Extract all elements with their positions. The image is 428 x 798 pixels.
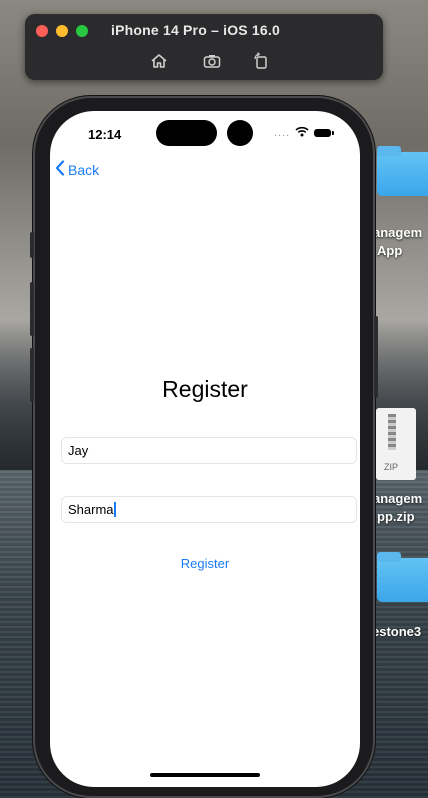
back-label: Back: [68, 161, 100, 178]
action-button: [30, 232, 34, 258]
status-time: 12:14: [88, 127, 122, 142]
screenshot-icon[interactable]: [202, 51, 222, 71]
front-camera: [227, 120, 253, 146]
simulator-title-bar: iPhone 14 Pro – iOS 16.0: [25, 14, 383, 80]
text-cursor: [113, 502, 116, 517]
register-button[interactable]: Register: [50, 556, 360, 571]
simulator-title: iPhone 14 Pro – iOS 16.0: [111, 22, 280, 38]
chevron-left-icon: [55, 160, 65, 179]
zoom-window-button[interactable]: [76, 25, 88, 37]
app-screen: 12:14 .... Back Register Jay Sharma Regi…: [50, 111, 360, 787]
last-name-value: Sharma: [68, 502, 114, 517]
dynamic-island: [156, 120, 217, 146]
rotate-icon[interactable]: [251, 51, 271, 71]
volume-up-button: [30, 282, 34, 336]
battery-icon: [314, 129, 335, 137]
zip-file-icon[interactable]: ZIP: [376, 408, 416, 480]
signal-dots: ....: [274, 127, 291, 139]
wifi-icon: [295, 124, 309, 142]
zipper-icon: [388, 414, 396, 450]
home-icon[interactable]: [149, 51, 169, 71]
minimize-window-button[interactable]: [56, 25, 68, 37]
side-button: [374, 316, 378, 398]
first-name-field[interactable]: Jay: [61, 437, 357, 464]
close-window-button[interactable]: [36, 25, 48, 37]
first-name-value: Jay: [68, 443, 89, 458]
folder-icon[interactable]: [377, 552, 428, 602]
desktop-item-label: pp.zip: [377, 509, 415, 524]
desktop-item-label: anagem: [373, 491, 423, 506]
volume-down-button: [30, 348, 34, 402]
page-title: Register: [162, 376, 248, 402]
desktop-item-label: App: [377, 243, 403, 258]
zip-badge: ZIP: [384, 462, 399, 472]
status-indicators: ....: [274, 124, 335, 142]
desktop-item-label: estone3: [372, 624, 422, 639]
home-indicator[interactable]: [150, 773, 260, 777]
back-button[interactable]: Back: [55, 160, 99, 179]
folder-icon[interactable]: [377, 146, 428, 196]
last-name-field[interactable]: Sharma: [61, 496, 357, 523]
desktop-item-label: anagem: [373, 225, 423, 240]
